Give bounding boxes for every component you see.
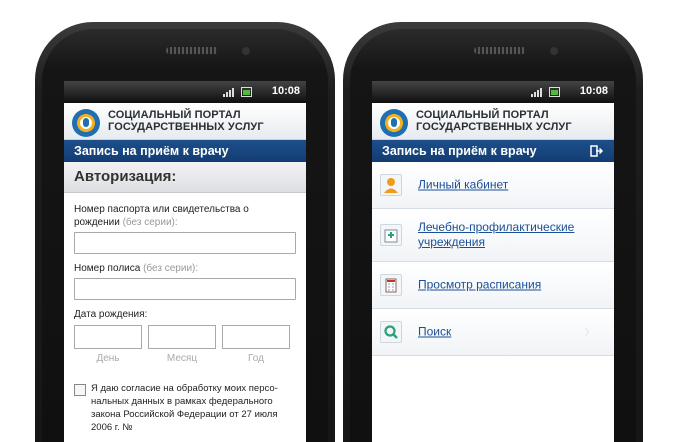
speaker-grille (166, 47, 218, 54)
menu-item-schedule[interactable]: Просмотр расписания (372, 262, 614, 309)
portal-header: СОЦИАЛЬНЫЙ ПОРТАЛ ГОСУДАРСТВЕННЫХ УСЛУГ (64, 103, 306, 140)
screen-menu: 10:08 СОЦИАЛЬНЫЙ ПОРТАЛ ГОСУДАРСТВЕННЫХ … (372, 81, 614, 442)
page-title: Запись на приём к врачу (382, 144, 537, 158)
menu-link-schedule[interactable]: Просмотр расписания (418, 278, 541, 293)
consent-text: Я даю согласие на обработку моих персо-н… (91, 383, 278, 433)
menu-item-institutions[interactable]: Лечебно-профилактические учреждения (372, 209, 614, 262)
sensor (242, 47, 250, 55)
month-caption: Месяц (166, 353, 198, 364)
status-bar: 10:08 (372, 81, 614, 103)
birth-month-input[interactable] (148, 325, 216, 349)
page-title: Запись на приём к врачу (74, 144, 229, 158)
sensor (550, 47, 558, 55)
search-icon (380, 321, 402, 343)
year-caption: Год (248, 353, 264, 364)
calendar-icon (380, 274, 402, 296)
speaker-grille (474, 47, 526, 54)
signal-icon (223, 87, 237, 97)
menu-link-institutions[interactable]: Лечебно-профилактические учреждения (418, 220, 598, 250)
policy-label: Номер полиса (без серии): (74, 263, 199, 274)
status-time: 10:08 (579, 85, 608, 97)
auth-heading: Авторизация: (64, 162, 306, 193)
policy-input[interactable] (74, 278, 296, 300)
portal-logo-icon (72, 109, 100, 137)
passport-label: Номер паспорта или свидетельства о рожде… (74, 204, 249, 228)
phone-left: 10:08 СОЦИАЛЬНЫЙ ПОРТАЛ ГОСУДАРСТВЕННЫХ … (35, 22, 335, 442)
screen-login: 10:08 СОЦИАЛЬНЫЙ ПОРТАЛ ГОСУДАРСТВЕННЫХ … (64, 81, 306, 442)
battery-icon (549, 87, 560, 97)
birth-year-input[interactable] (222, 325, 290, 349)
day-caption: День (96, 353, 120, 364)
logout-icon[interactable] (590, 145, 604, 157)
portal-header: СОЦИАЛЬНЫЙ ПОРТАЛ ГОСУДАРСТВЕННЫХ УСЛУГ (372, 103, 614, 140)
birth-day-input[interactable] (74, 325, 142, 349)
hospital-icon (380, 224, 402, 246)
page-titlebar: Запись на приём к врачу (372, 140, 614, 162)
menu-link-search[interactable]: Поиск (418, 325, 451, 340)
menu-link-cabinet[interactable]: Личный кабинет (418, 178, 508, 193)
person-icon (380, 174, 402, 196)
status-bar: 10:08 (64, 81, 306, 103)
passport-input[interactable] (74, 232, 296, 254)
status-time: 10:08 (271, 85, 300, 97)
portal-title: СОЦИАЛЬНЫЙ ПОРТАЛ ГОСУДАРСТВЕННЫХ УСЛУГ (108, 109, 264, 133)
portal-logo-icon (380, 109, 408, 137)
portal-title: СОЦИАЛЬНЫЙ ПОРТАЛ ГОСУДАРСТВЕННЫХ УСЛУГ (416, 109, 572, 133)
battery-icon (241, 87, 252, 97)
consent-row: Я даю согласие на обработку моих персо-н… (74, 382, 298, 434)
chevron-right-icon: › (584, 321, 590, 341)
phone-right: 10:08 СОЦИАЛЬНЫЙ ПОРТАЛ ГОСУДАРСТВЕННЫХ … (343, 22, 643, 442)
menu-item-cabinet[interactable]: Личный кабинет (372, 162, 614, 209)
signal-icon (531, 87, 545, 97)
menu-item-search[interactable]: Поиск › (372, 309, 614, 356)
page-titlebar: Запись на приём к врачу (64, 140, 306, 162)
consent-checkbox[interactable] (74, 384, 86, 396)
birth-date-label: Дата рождения: (74, 309, 148, 320)
